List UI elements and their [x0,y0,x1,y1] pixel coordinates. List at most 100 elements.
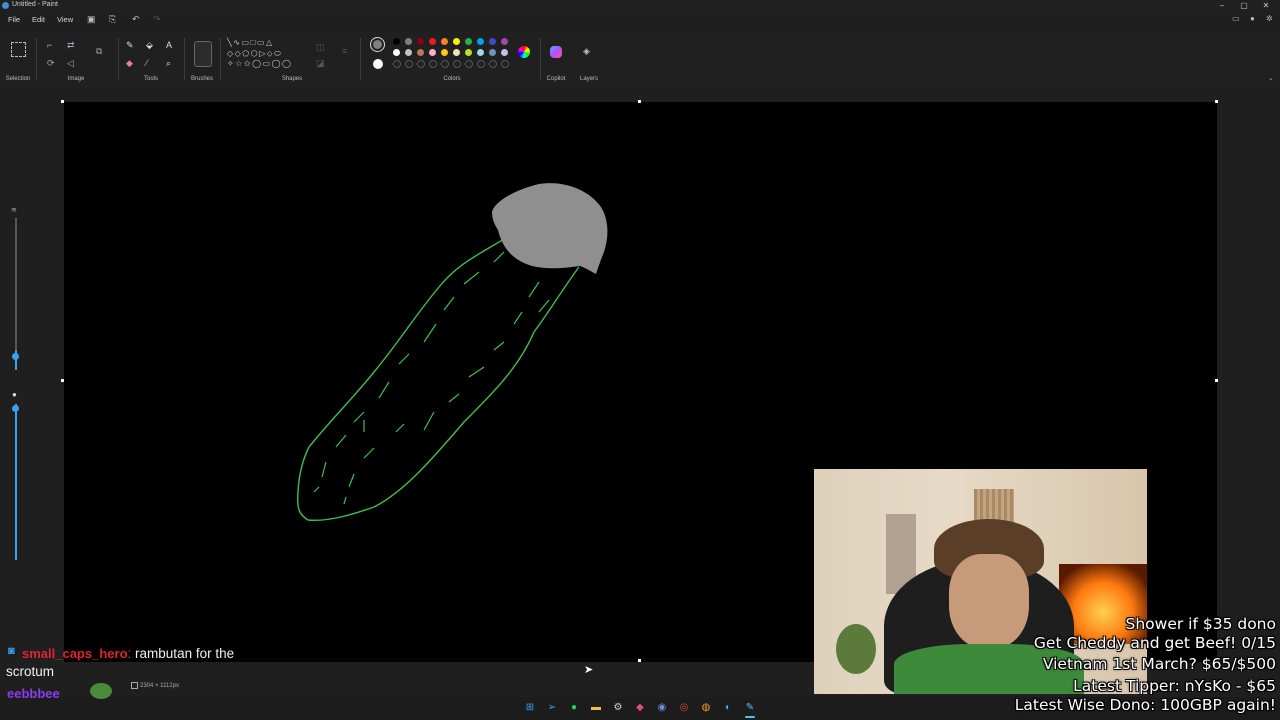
feedback-icon[interactable]: ▭ [1232,14,1240,23]
menu-view[interactable]: View [57,15,73,24]
undo-icon[interactable]: ↶ [132,14,140,25]
palette-swatch[interactable] [453,49,460,56]
save-icon[interactable]: ▣ [87,14,96,25]
resize-handle[interactable] [638,100,641,103]
separator [540,38,541,80]
overlay-goal-vietnam: Vietnam 1st March? $65/$500 [1042,655,1276,673]
palette-swatch[interactable] [429,49,436,56]
chat-next-username: eebbbee [7,686,60,701]
palette-swatch[interactable] [393,38,400,45]
color-picker-icon[interactable]: ⁄ [146,58,148,68]
pepe-emote-icon [90,683,112,699]
text-icon[interactable]: A [166,40,172,50]
edit-colors-icon[interactable] [518,46,530,58]
opacity-slider-track[interactable] [15,404,17,560]
custom-color-slot[interactable] [501,60,509,68]
palette-swatch[interactable] [417,49,424,56]
shape-fill-icon[interactable]: ◪ [316,58,325,69]
group-label-layers: Layers [579,76,598,82]
brush-icon[interactable] [194,41,212,67]
app-icon[interactable]: ◆ [633,701,647,715]
settings-icon[interactable]: ✲ [1266,14,1273,23]
custom-color-slot[interactable] [453,60,461,68]
copilot-icon[interactable] [550,46,562,58]
resize-handle[interactable] [638,659,641,662]
palette-swatch[interactable] [429,38,436,45]
redo-icon[interactable]: ↷ [153,14,161,25]
size-slider-thumb[interactable] [12,353,19,360]
outline-icon[interactable]: ◫ [316,42,325,53]
palette-swatch[interactable] [489,49,496,56]
custom-color-slot[interactable] [429,60,437,68]
palette-swatch[interactable] [501,49,508,56]
edge-icon[interactable]: ◐ [721,701,735,715]
cucumber-outline [297,233,580,522]
palette-swatch[interactable] [453,38,460,45]
palette-swatch[interactable] [405,49,412,56]
folder-icon[interactable]: ▬ [589,701,603,715]
color2-swatch[interactable] [373,59,383,69]
palette-swatch[interactable] [465,38,472,45]
resize-handle[interactable] [1215,379,1218,382]
magnifier-icon[interactable]: ⌕ [166,58,171,69]
fill-icon[interactable]: ⬙ [146,40,153,51]
custom-color-slot[interactable] [465,60,473,68]
layers-icon[interactable]: ◈ [583,46,590,57]
spotify-icon[interactable]: ● [567,701,581,715]
custom-color-slot[interactable] [489,60,497,68]
size-slider-track[interactable] [15,218,17,370]
overlay-latest-wise-dono: Latest Wise Dono: 100GBP again! [1014,696,1276,714]
custom-color-slot[interactable] [417,60,425,68]
group-label-selection: Selection [5,76,31,82]
opacity-slider-thumb[interactable] [12,405,19,412]
separator [184,38,185,80]
canvas-size: 2304 × 1112px [140,683,179,689]
steam-icon[interactable]: ⚙ [611,701,625,715]
size-icon[interactable]: ≡ [342,46,347,56]
custom-color-slot[interactable] [393,60,401,68]
maximize-button[interactable]: ▢ [1234,0,1254,12]
custom-color-slot[interactable] [441,60,449,68]
color1-ring[interactable] [370,37,385,52]
resize-icon[interactable]: ⇄ [67,40,75,51]
palette-swatch[interactable] [465,49,472,56]
palette-swatch[interactable] [405,38,412,45]
paint-icon[interactable]: ✎ [743,701,757,715]
start-icon[interactable]: ⊞ [523,701,537,715]
palette-swatch[interactable] [489,38,496,45]
flip-icon[interactable]: ◁ [67,58,74,69]
custom-color-slot[interactable] [477,60,485,68]
chrome-icon[interactable]: ◎ [677,701,691,715]
image-select-icon[interactable]: ⧉ [96,46,102,57]
palette-swatch[interactable] [393,49,400,56]
palette-swatch[interactable] [477,49,484,56]
overlay-goal-shower: Shower if $35 dono [1125,615,1277,633]
cucumber-inner-lines [313,251,550,505]
selection-icon[interactable] [11,42,26,57]
app2-icon[interactable]: ◍ [699,701,713,715]
shapes-gallery[interactable]: ╲∿▭□▭△ ◇◇⬠⬡▷⬦⬭ ✧☆✩◯▭◯◯ [227,38,305,72]
collapse-ribbon-icon[interactable]: ⌄ [1268,74,1274,82]
discord-icon[interactable]: ◉ [655,701,669,715]
palette-swatch[interactable] [501,38,508,45]
palette-swatch[interactable] [441,49,448,56]
custom-color-slot[interactable] [405,60,413,68]
resize-handle[interactable] [1215,100,1218,103]
resize-handle[interactable] [61,100,64,103]
account-icon[interactable]: ● [1250,14,1255,23]
resize-handle[interactable] [61,379,64,382]
palette-swatch[interactable] [441,38,448,45]
title-bar [0,0,1280,12]
menu-edit[interactable]: Edit [32,15,45,24]
palette-swatch[interactable] [477,38,484,45]
eraser-icon[interactable]: ◆ [126,58,133,69]
pencil-icon[interactable]: ✎ [126,40,134,51]
telegram-icon[interactable]: ➢ [545,701,559,715]
crop-icon[interactable]: ⌐ [47,40,52,50]
share-icon[interactable]: ⎘ [109,14,116,25]
minimize-button[interactable]: – [1212,0,1232,12]
close-button[interactable]: ✕ [1256,0,1276,12]
palette-swatch[interactable] [417,38,424,45]
rotate-icon[interactable]: ⟳ [47,58,55,69]
menu-file[interactable]: File [8,15,20,24]
